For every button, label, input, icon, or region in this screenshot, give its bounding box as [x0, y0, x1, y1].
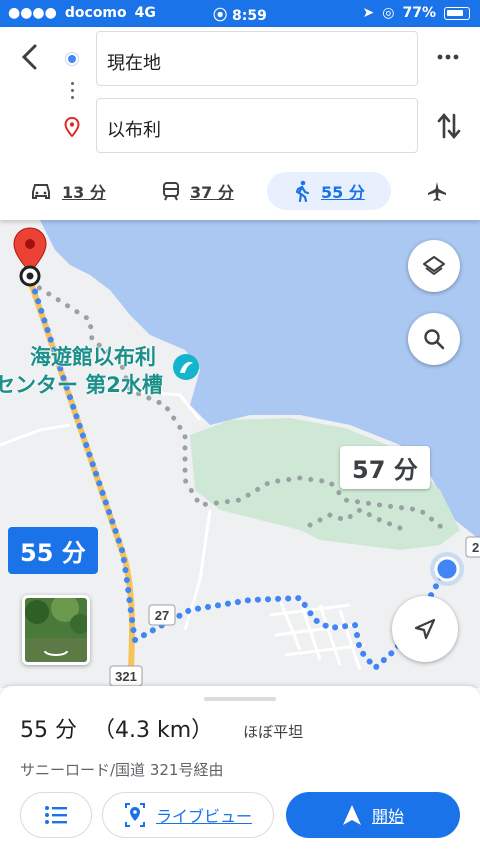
walk-icon: [295, 180, 310, 202]
street-view-image: [25, 598, 87, 662]
poi-label-line1[interactable]: 海遊館以布利: [30, 344, 156, 370]
route-terrain: ほぼ平坦: [243, 723, 304, 741]
tab-walking[interactable]: 55 分: [267, 172, 391, 210]
route-321-shield: 321: [109, 665, 143, 687]
live-view-button[interactable]: ライブビュー: [102, 792, 274, 838]
street-view-thumbnail[interactable]: [22, 595, 90, 665]
svg-text:27: 27: [155, 608, 169, 623]
alt-route-duration-badge[interactable]: 57 分: [340, 446, 430, 489]
poi-label-line2[interactable]: センター 第2水槽: [0, 372, 163, 398]
navigation-arrow-icon: [414, 618, 436, 640]
back-arrow-icon[interactable]: [16, 41, 44, 73]
tab-driving-label: 13 分: [62, 183, 106, 202]
drag-handle[interactable]: [204, 697, 276, 701]
start-label: 開始: [371, 807, 404, 826]
current-location-marker: [430, 552, 464, 586]
travel-mode-tabs: 13 分 37 分 55 分: [0, 172, 480, 212]
navigation-start-icon: [342, 805, 361, 825]
recenter-button[interactable]: [392, 596, 458, 662]
start-navigation-button[interactable]: 開始: [286, 792, 460, 838]
lock-rotation-icon: ⦿: [213, 8, 228, 24]
route-27-shield: 27: [148, 604, 176, 626]
swap-icon[interactable]: [436, 111, 462, 141]
edge-route-shield: 2: [465, 536, 480, 558]
route-summary: 55 分 （4.3 km） ほぼ平坦: [20, 712, 303, 744]
svg-text:2: 2: [472, 540, 479, 555]
directions-header: 現在地 以布利 13 分 37 分 55 分: [0, 27, 480, 220]
route-distance: （4.3 km）: [93, 718, 214, 743]
aquarium-poi-icon[interactable]: [173, 354, 199, 380]
live-view-label: ライブビュー: [155, 807, 252, 826]
layers-button[interactable]: [408, 240, 460, 292]
route-duration-badge[interactable]: 55 分: [8, 527, 98, 574]
location-arrow-icon: ➤: [362, 5, 375, 21]
tab-transit-label: 37 分: [190, 183, 234, 202]
car-icon: [32, 184, 50, 199]
tab-walking-label: 55 分: [321, 183, 365, 202]
origin-field[interactable]: 現在地: [96, 31, 418, 86]
clock: 8:59: [232, 8, 267, 24]
destination-field[interactable]: 以布利: [96, 98, 418, 153]
battery-icon: [444, 6, 470, 20]
layers-icon: [423, 256, 445, 275]
route-summary-sheet[interactable]: 55 分 （4.3 km） ほぼ平坦 サニーロード/国道 321号経由 ライブビ…: [0, 686, 480, 854]
battery-percent: 77%: [402, 5, 436, 21]
live-view-icon: [124, 803, 145, 827]
destination-pin-icon: [64, 117, 80, 137]
tab-driving[interactable]: 13 分: [30, 172, 106, 210]
search-along-route-button[interactable]: [408, 313, 460, 365]
tab-transit[interactable]: 37 分: [162, 172, 234, 210]
route-via: サニーロード/国道 321号経由: [20, 761, 224, 779]
tab-flights[interactable]: [426, 172, 448, 210]
route-connector-dots: [71, 82, 75, 102]
alarm-icon: ◎: [382, 5, 395, 21]
search-icon: [424, 329, 445, 350]
svg-text:321: 321: [115, 669, 137, 684]
route-duration: 55 分: [20, 718, 77, 743]
origin-dot-icon: [66, 53, 78, 65]
map-view[interactable]: 27 321 2 海遊館以布利 センター 第2水槽 55 分 57 分: [0, 220, 480, 688]
flight-icon: [428, 182, 446, 201]
more-options-icon[interactable]: [436, 45, 460, 69]
status-bar: ●●●● docomo 4G ⦿ 8:59 ➤ ◎ 77%: [0, 0, 480, 27]
list-icon: [45, 806, 67, 824]
train-icon: [163, 182, 179, 201]
steps-button[interactable]: [20, 792, 92, 838]
